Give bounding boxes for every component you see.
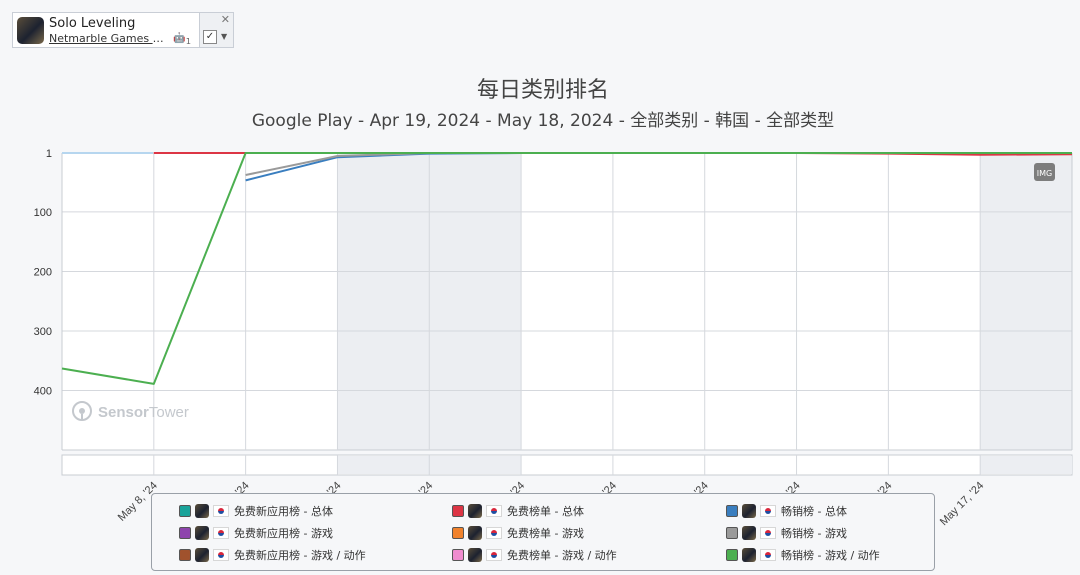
legend-swatch (452, 527, 464, 539)
legend-item[interactable]: 畅销榜 - 游戏 (726, 524, 847, 542)
legend-swatch (179, 505, 191, 517)
legend-label: 畅销榜 - 游戏 / 动作 (781, 549, 880, 562)
app-icon (468, 548, 482, 562)
navigator-track (61, 454, 1073, 476)
img-export-button[interactable]: IMG (1034, 163, 1055, 181)
y-tick-label: 1 (46, 148, 52, 160)
app-icon (468, 504, 482, 518)
legend-label: 免费新应用榜 - 游戏 / 动作 (234, 549, 366, 562)
legend-item[interactable]: 免费新应用榜 - 游戏 / 动作 (179, 546, 366, 564)
legend-swatch (726, 505, 738, 517)
legend-label: 畅销榜 - 游戏 (781, 527, 847, 540)
app-icon (468, 526, 482, 540)
y-tick-label: 200 (34, 266, 52, 278)
legend-item[interactable]: 免费新应用榜 - 总体 (179, 502, 333, 520)
legend-item[interactable]: 免费榜单 - 游戏 / 动作 (452, 546, 617, 564)
legend-label: 免费新应用榜 - 总体 (234, 505, 333, 518)
korea-flag-icon (760, 505, 776, 517)
app-icon (195, 548, 209, 562)
legend-item[interactable]: 畅销榜 - 总体 (726, 502, 847, 520)
legend-item[interactable]: 畅销榜 - 游戏 / 动作 (726, 546, 880, 564)
rank-chart: 1100200300400 SensorTower IMG May 8, '24… (34, 148, 1073, 528)
app-icon (742, 548, 756, 562)
x-tick-label: May 17, '24 (938, 480, 986, 528)
plot-area (62, 153, 1072, 450)
app-icon (742, 526, 756, 540)
korea-flag-icon (213, 505, 229, 517)
svg-text:SensorTower: SensorTower (98, 404, 189, 421)
korea-flag-icon (486, 527, 502, 539)
korea-flag-icon (486, 549, 502, 561)
legend: 免费新应用榜 - 总体 免费新应用榜 - 游戏免费新应用榜 - 游戏 / 动作 免费… (151, 493, 935, 571)
weekend-bands (62, 153, 1072, 450)
y-axis-labels: 1 100 200 300 400 (34, 148, 52, 397)
legend-label: 畅销榜 - 总体 (781, 505, 847, 518)
korea-flag-icon (213, 527, 229, 539)
y-tick-label: 400 (34, 385, 52, 397)
legend-swatch (452, 549, 464, 561)
watermark-brand-bold: Sensor (98, 404, 149, 421)
legend-item[interactable]: 免费新应用榜 - 游戏 (179, 524, 333, 542)
korea-flag-icon (486, 505, 502, 517)
legend-label: 免费榜单 - 游戏 / 动作 (507, 549, 617, 562)
legend-swatch (452, 505, 464, 517)
legend-swatch (726, 549, 738, 561)
legend-swatch (726, 527, 738, 539)
app-icon (742, 504, 756, 518)
navigator-weekend-band (980, 456, 1072, 474)
y-tick-label: 300 (34, 326, 52, 338)
legend-label: 免费榜单 - 游戏 (507, 527, 584, 540)
legend-label: 免费榜单 - 总体 (507, 505, 584, 518)
watermark-brand-light: Tower (149, 404, 189, 421)
korea-flag-icon (760, 527, 776, 539)
weekend-band (980, 153, 1072, 450)
app-icon (195, 504, 209, 518)
legend-swatch (179, 527, 191, 539)
app-icon (195, 526, 209, 540)
korea-flag-icon (213, 549, 229, 561)
korea-flag-icon (760, 549, 776, 561)
legend-item[interactable]: 免费榜单 - 游戏 (452, 524, 584, 542)
range-navigator (61, 454, 1073, 476)
img-export-label: IMG (1037, 169, 1052, 178)
legend-label: 免费新应用榜 - 游戏 (234, 527, 333, 540)
y-tick-label: 100 (34, 207, 52, 219)
legend-item[interactable]: 免费榜单 - 总体 (452, 502, 584, 520)
legend-swatch (179, 549, 191, 561)
